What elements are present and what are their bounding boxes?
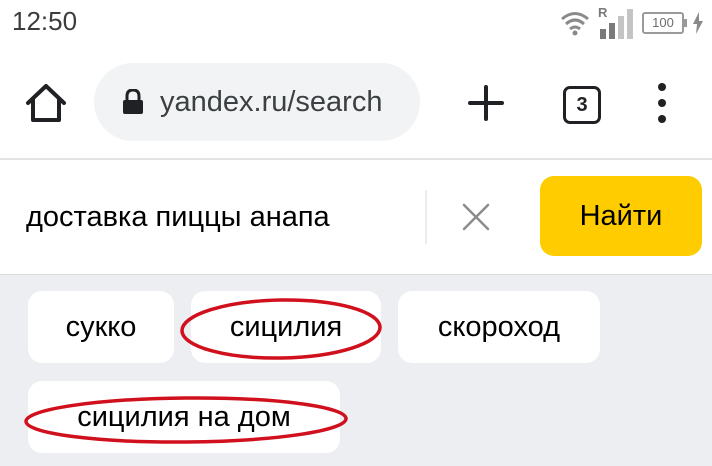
suggestion-chip[interactable]: сицилия [191,291,381,363]
tabs-icon[interactable]: 3 [563,86,601,124]
status-time: 12:50 [12,6,78,36]
home-icon[interactable] [22,80,70,128]
address-bar[interactable]: yandex.ru/search [94,63,420,141]
suggestion-chip[interactable]: скороход [398,291,600,363]
url-text: yandex.ru/search [160,85,383,118]
plus-icon[interactable] [464,81,508,125]
input-separator [425,190,427,244]
menu-icon[interactable] [652,81,672,125]
battery-icon: 100 [642,12,687,34]
suggestions-area: сукко сицилия скороход сицилия на дом [0,274,712,466]
charging-icon [693,12,703,34]
browser-toolbar: yandex.ru/search 3 [0,48,712,158]
suggestion-chip[interactable]: сукко [28,291,174,363]
search-row: Найти [0,160,712,274]
suggestion-chip[interactable]: сицилия на дом [28,381,340,453]
wifi-icon [561,12,589,36]
status-bar: 12:50 R 100 [0,0,712,48]
signal-icon: R [598,5,634,39]
clear-icon[interactable] [455,196,497,238]
search-input[interactable] [0,160,425,274]
search-button[interactable]: Найти [540,176,702,256]
lock-icon [123,89,143,114]
status-icons: R 100 [560,5,704,40]
